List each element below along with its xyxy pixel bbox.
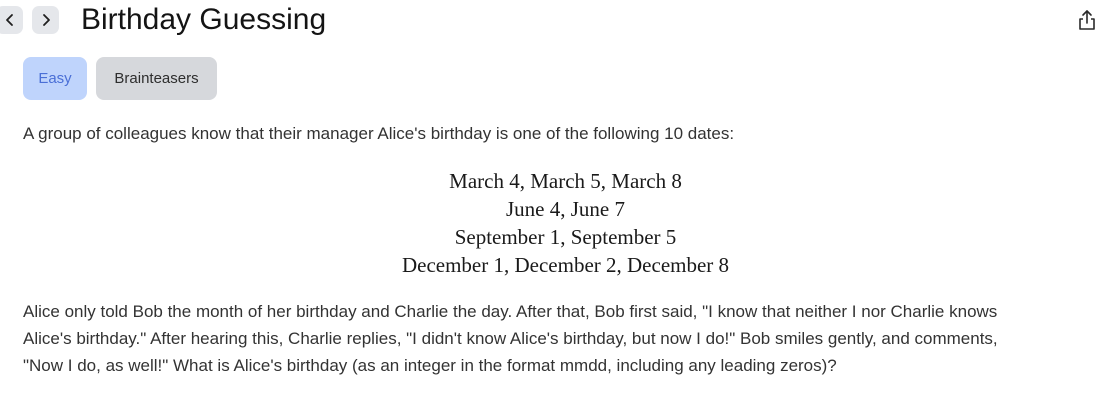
problem-body-line: "Now I do, as well!" What is Alice's bir… [23, 356, 837, 375]
date-line-december: December 1, December 2, December 8 [401, 253, 730, 277]
next-button[interactable] [32, 6, 59, 34]
page-title: Birthday Guessing [81, 3, 327, 36]
date-line-september: September 1, September 5 [454, 225, 677, 249]
problem-body-line: Alice's birthday." After hearing this, C… [23, 329, 998, 348]
problem-intro: A group of colleagues know that their ma… [23, 124, 735, 143]
share-icon [1078, 9, 1096, 36]
date-list: March 4, March 5, March 8 June 4, June 7… [0, 167, 1105, 279]
previous-button[interactable] [0, 6, 23, 34]
difficulty-tag[interactable]: Easy [23, 57, 87, 100]
chevron-right-icon [40, 13, 52, 27]
problem-body: Alice only told Bob the month of her bir… [23, 298, 1103, 379]
share-button[interactable] [1076, 9, 1098, 35]
date-line-march: March 4, March 5, March 8 [449, 169, 682, 193]
date-line-june: June 4, June 7 [506, 197, 625, 221]
chevron-left-icon [4, 13, 16, 27]
category-tag[interactable]: Brainteasers [96, 57, 217, 100]
problem-body-line: Alice only told Bob the month of her bir… [23, 302, 998, 321]
